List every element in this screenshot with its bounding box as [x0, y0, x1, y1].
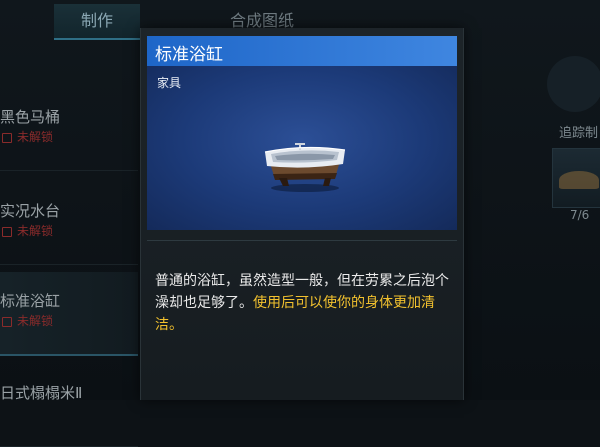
list-item[interactable]: 黑色马桶 未解锁 [0, 88, 138, 171]
lock-icon [2, 132, 12, 143]
material-icon [559, 171, 599, 189]
item-description: 普通的浴缸，虽然造型一般，但在劳累之后泡个澡却也足够了。使用后可以使你的身体更加… [155, 270, 453, 336]
lock-status-text: 未解锁 [17, 224, 54, 238]
divider [147, 240, 457, 241]
tracking-avatar[interactable] [547, 56, 600, 112]
recipe-list: 黑色马桶 未解锁 实况水台 未解锁 标准浴缸 未解锁 日式榻榻米Ⅱ [0, 88, 138, 447]
list-item-status: 未解锁 [2, 128, 53, 145]
list-item-status: 未解锁 [2, 312, 53, 329]
panel-header: 标准浴缸 [147, 36, 457, 66]
list-item[interactable]: 实况水台 未解锁 [0, 182, 138, 265]
material-card[interactable] [552, 148, 600, 208]
lock-icon [2, 226, 12, 237]
lock-icon [2, 316, 12, 327]
list-item-name: 标准浴缸 [0, 292, 61, 310]
list-item-status: 未解锁 [2, 222, 53, 239]
item-title: 标准浴缸 [155, 45, 223, 65]
material-count: 7/6 [570, 208, 590, 222]
tab-craft[interactable]: 制作 [54, 4, 140, 40]
item-detail-panel: 标准浴缸 家具 普通的浴缸，虽然造型一般，但在劳累之后泡个澡却也足够了。使用后可… [140, 28, 464, 400]
lock-status-text: 未解锁 [17, 314, 54, 328]
list-item[interactable]: 日式榻榻米Ⅱ [0, 364, 138, 447]
bathtub-icon [259, 138, 351, 194]
tracking-label: 追踪制 [559, 126, 599, 141]
list-item-name: 实况水台 [0, 202, 61, 220]
lock-status-text: 未解锁 [17, 130, 54, 144]
list-item-name: 黑色马桶 [0, 108, 61, 126]
tracking-column: 追踪制 7/6 [462, 42, 600, 400]
item-preview: 家具 [147, 66, 457, 230]
item-category: 家具 [157, 76, 182, 90]
list-item-selected[interactable]: 标准浴缸 未解锁 [0, 272, 138, 356]
